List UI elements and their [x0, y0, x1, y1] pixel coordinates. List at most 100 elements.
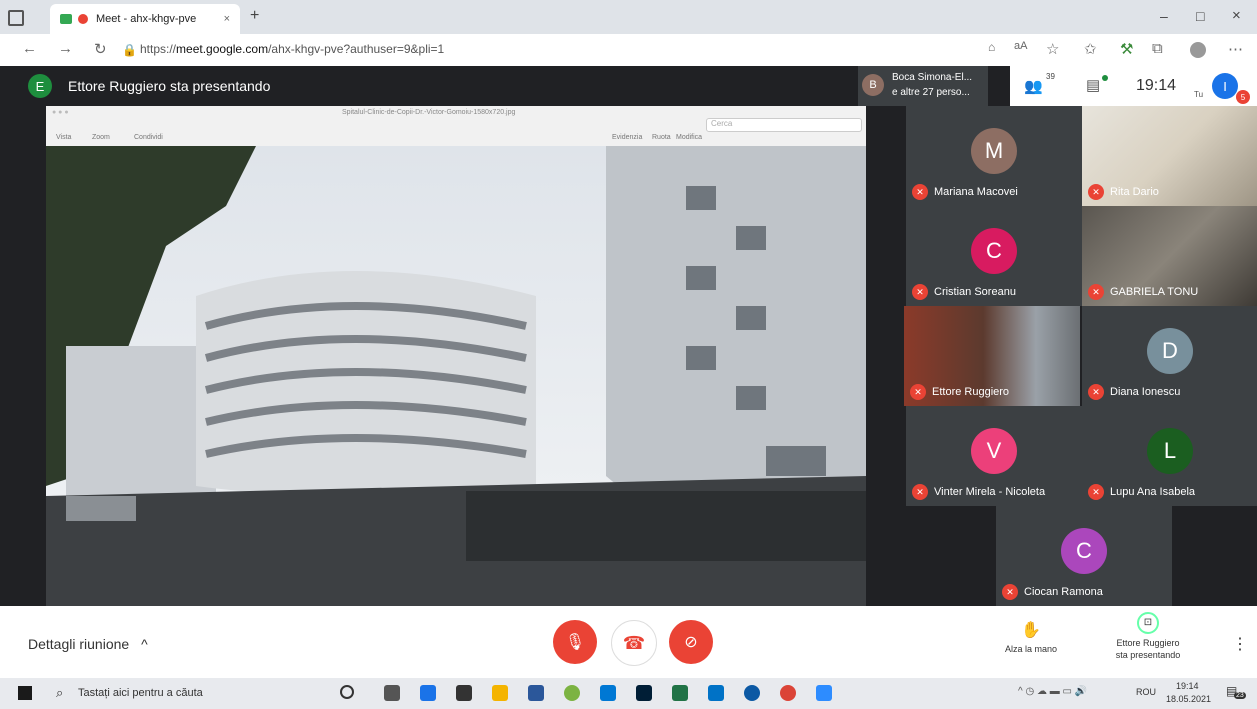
participant-avatar: D [1147, 328, 1193, 374]
url-prefix: https:// [140, 42, 177, 56]
participant-name: Cristian Soreanu [934, 286, 1016, 298]
recording-icon [78, 14, 88, 24]
participant-name: Lupu Ana Isabela [1110, 486, 1196, 498]
camera-toggle-button[interactable]: ⊘ [669, 620, 713, 664]
mic-toggle-button[interactable]: 🎙 [553, 620, 597, 664]
back-arrow-icon[interactable]: ← [22, 40, 37, 57]
word-icon[interactable] [528, 685, 544, 701]
hand-icon: ✋ [1021, 622, 1041, 639]
mic-off-icon: ✕ [1088, 284, 1104, 300]
toolbar-item-ruota[interactable]: Ruota [652, 134, 671, 141]
menu-dots-icon[interactable]: ⋯ [1228, 40, 1243, 58]
participant-preview-avatar: B [862, 74, 884, 96]
participant-tile-video[interactable]: ✕ Ettore Ruggiero [904, 306, 1080, 406]
notification-badge: 5 [1236, 90, 1250, 104]
self-avatar[interactable]: I [1212, 73, 1238, 99]
participant-avatar: C [971, 228, 1017, 274]
participant-tile[interactable]: L ✕ Lupu Ana Isabela [1082, 406, 1257, 506]
mic-off-icon: ✕ [1002, 584, 1018, 600]
profile-avatar-icon[interactable] [1190, 42, 1206, 58]
participant-tile[interactable]: C ✕ Ciocan Ramona [996, 506, 1172, 606]
meet-favicon-icon [60, 14, 72, 24]
participant-tile-video[interactable]: ✕ Rita Dario [1082, 106, 1257, 206]
more-options-button[interactable]: ⋮ [1232, 634, 1248, 654]
notification-center-button[interactable]: ▤ 23 [1226, 684, 1246, 702]
participant-tile[interactable]: C ✕ Cristian Soreanu [906, 206, 1082, 306]
participant-tile-video[interactable]: ✕ GABRIELA TONU [1082, 206, 1257, 306]
meeting-details-button[interactable]: Dettagli riunione ^ [28, 636, 148, 652]
excel-icon[interactable] [672, 685, 688, 701]
multitask-icon[interactable] [384, 685, 400, 701]
photos-icon[interactable] [600, 685, 616, 701]
participant-tile[interactable]: D ✕ Diana Ionescu [1082, 306, 1257, 406]
clock-area: 19:14 Tu I 5 [1120, 66, 1257, 106]
taskbar-date[interactable]: 18.05.2021 [1166, 694, 1211, 704]
chrome-icon[interactable] [780, 685, 796, 701]
toolbar-item-modifica[interactable]: Modifica [676, 134, 702, 141]
meeting-details-label: Dettagli riunione [28, 636, 130, 652]
collections-icon[interactable]: ⧉ [1152, 40, 1163, 57]
file-explorer-icon[interactable] [492, 685, 508, 701]
mic-off-icon: ✕ [910, 384, 926, 400]
self-initial: I [1223, 78, 1227, 94]
minimize-button[interactable]: – [1160, 8, 1168, 24]
taskbar-search-placeholder: Tastați aici pentru a căuta [78, 687, 203, 699]
toolbar-item-vista[interactable]: Vista [56, 134, 71, 141]
participant-name: Rita Dario [1110, 186, 1159, 198]
read-aloud-icon[interactable]: aA [1014, 40, 1027, 52]
new-tab-button[interactable]: + [250, 7, 259, 25]
language-indicator[interactable]: ROU [1136, 687, 1156, 697]
viewer-search-field[interactable]: Cerca [706, 118, 862, 132]
reload-icon[interactable]: ↻ [94, 40, 107, 58]
browser-tab-bar: Meet - ahx-khgv-pve × + – □ × [0, 0, 1257, 34]
presenter-initial: E [35, 78, 45, 94]
edge-icon[interactable] [744, 685, 760, 701]
zoom-icon[interactable] [816, 685, 832, 701]
favorites-icon[interactable]: ✩ [1084, 40, 1097, 58]
favorite-star-icon[interactable]: ☆ [1046, 40, 1059, 58]
windows-start-icon[interactable] [18, 686, 32, 700]
browser-tab-meet[interactable]: Meet - ahx-khgv-pve × [50, 4, 240, 34]
participant-initial: L [1163, 438, 1177, 463]
mail-icon[interactable] [420, 685, 436, 701]
extension-icon[interactable]: ⚒ [1120, 40, 1133, 58]
raise-hand-button[interactable]: ✋ Alza la mano [996, 620, 1066, 654]
viewer-window-title: Spitalul-Clinic-de-Copii-Dr.-Victor-Gomo… [342, 109, 516, 116]
chat-unread-dot [1102, 75, 1108, 81]
presenter-avatar: E [28, 74, 52, 98]
taskbar-search-box[interactable]: ⌕ Tastați aici pentru a căuta [50, 682, 310, 705]
system-tray-icons[interactable]: ^ ◷ ☁ ▬ ▭ 🔊 [1018, 686, 1087, 697]
participant-tile[interactable]: M ✕ Mariana Macovei [906, 106, 1082, 206]
app-icon[interactable] [564, 685, 580, 701]
toolbar-item-zoom[interactable]: Zoom [92, 134, 110, 141]
close-tab-icon[interactable]: × [224, 13, 230, 25]
toolbar-item-condividi[interactable]: Condividi [134, 134, 163, 141]
outlook-icon[interactable] [708, 685, 724, 701]
close-window-button[interactable]: × [1232, 7, 1241, 24]
url-field[interactable]: https://meet.google.com/ahx-khgv-pve?aut… [140, 42, 444, 56]
leave-call-button[interactable]: ☎ [611, 620, 657, 666]
preview-line-2: e altre 27 perso... [892, 87, 970, 98]
participant-count: 39 [1046, 72, 1055, 81]
participants-button[interactable]: 👥 39 [1010, 66, 1070, 106]
forward-arrow-icon[interactable]: → [58, 40, 73, 57]
url-path: /ahx-khgv-pve?authuser=9&pli=1 [268, 42, 445, 56]
task-view-icon[interactable] [340, 685, 354, 699]
presenting-button[interactable]: ⊡ Ettore Ruggiero sta presentando [1098, 612, 1198, 660]
people-icon: 👥 [1024, 78, 1043, 95]
photoshop-icon[interactable] [636, 685, 652, 701]
maximize-button[interactable]: □ [1196, 8, 1204, 24]
participant-tile[interactable]: V ✕ Vinter Mirela - Nicoleta [906, 406, 1082, 506]
address-bar: ← → ↻ 🔒 https://meet.google.com/ahx-khgv… [0, 34, 1257, 66]
meet-top-bar: E Ettore Ruggiero sta presentando B Boca… [0, 66, 1257, 106]
chat-button[interactable]: ▤ [1070, 66, 1120, 106]
toolbar-item-evidenzia[interactable]: Evidenzia [612, 134, 642, 141]
chevron-up-icon: ^ [141, 636, 148, 652]
tab-actions-icon[interactable] [8, 10, 24, 26]
taskbar-time[interactable]: 19:14 [1176, 681, 1199, 691]
mic-off-icon: ✕ [1088, 184, 1104, 200]
self-label: Tu [1194, 90, 1204, 99]
participants-preview[interactable]: B Boca Simona-El... e altre 27 perso... [858, 66, 988, 106]
store-icon[interactable] [456, 685, 472, 701]
camera-permission-icon[interactable]: ⌂ [988, 40, 995, 54]
